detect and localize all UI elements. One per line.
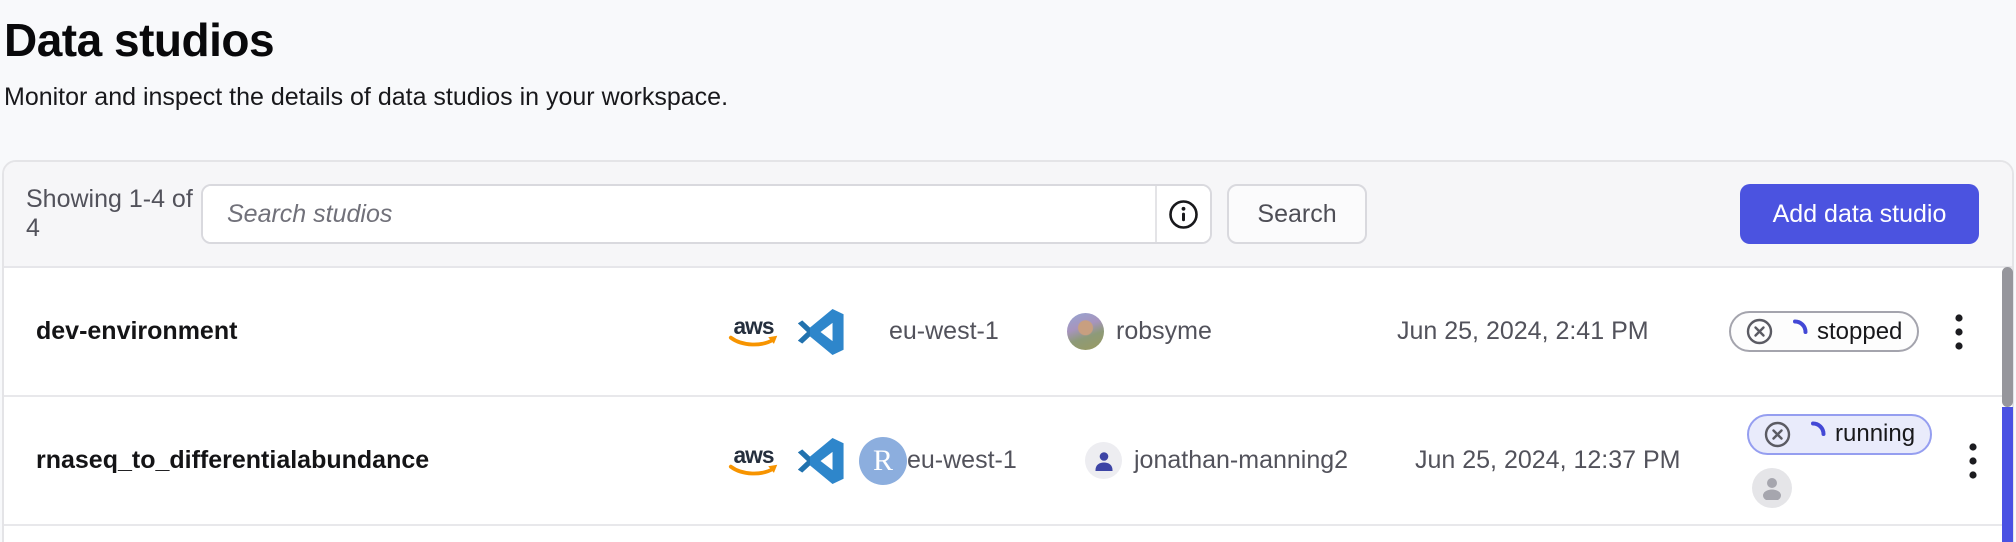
search-field-group [201, 184, 1212, 244]
spinner-icon [1782, 319, 1808, 345]
search-button[interactable]: Search [1227, 184, 1367, 244]
scrollbar-accent-strip [2002, 407, 2013, 542]
studios-panel: Showing 1-4 of 4 Search Add data studio … [2, 160, 2014, 542]
studio-user-name: jonathan-manning2 [1134, 446, 1348, 475]
gray-person-avatar [1752, 468, 1792, 508]
stopped-circle-x-icon [1746, 318, 1773, 345]
studio-status-cell: running [1747, 414, 1933, 508]
person-silhouette-icon [1759, 475, 1785, 500]
status-label: running [1835, 420, 1915, 448]
kebab-menu-button[interactable] [1937, 300, 1981, 364]
vscode-icon [797, 437, 845, 485]
scrollbar-thumb[interactable] [2002, 267, 2013, 407]
studio-status-cell: stopped [1729, 311, 1919, 352]
studio-actions-cell [1933, 429, 2012, 493]
studio-region: eu-west-1 [889, 317, 1067, 346]
studio-list: dev-environment aws R eu-west-1 [4, 268, 2012, 526]
info-button[interactable] [1155, 186, 1210, 242]
page-subtitle: Monitor and inspect the details of data … [4, 83, 2016, 112]
vscode-icon [797, 308, 845, 356]
kebab-menu-icon [1954, 313, 1964, 351]
photo-avatar [1067, 313, 1104, 350]
kebab-menu-icon [1968, 442, 1978, 480]
rstudio-icon: R [859, 437, 907, 485]
add-data-studio-button[interactable]: Add data studio [1740, 184, 1979, 244]
aws-icon: aws [726, 443, 783, 479]
spinner-icon [1800, 421, 1826, 447]
studio-date: Jun 25, 2024, 2:41 PM [1397, 317, 1729, 346]
status-badge: running [1747, 414, 1932, 455]
table-row: dev-environment aws R eu-west-1 [4, 268, 2012, 397]
person-icon [1092, 449, 1116, 472]
svg-text:aws: aws [733, 314, 773, 339]
page-title: Data studios [4, 14, 2016, 67]
studio-user-cell: robsyme [1067, 313, 1397, 350]
showing-count: Showing 1-4 of 4 [26, 185, 201, 243]
toolbar: Showing 1-4 of 4 Search Add data studio [4, 162, 2012, 268]
page-header: Data studios Monitor and inspect the det… [0, 0, 2016, 112]
studio-date: Jun 25, 2024, 12:37 PM [1415, 446, 1747, 475]
search-input[interactable] [203, 186, 1155, 242]
status-badge: stopped [1729, 311, 1919, 352]
kebab-menu-button[interactable] [1951, 429, 1995, 493]
studio-user-cell: jonathan-manning2 [1085, 442, 1415, 479]
studio-name[interactable]: rnaseq_to_differentialabundance [4, 446, 726, 475]
person-icon-avatar [1085, 442, 1122, 479]
table-row: rnaseq_to_differentialabundance aws R eu… [4, 397, 2012, 526]
studio-actions-cell [1919, 300, 2012, 364]
studio-user-name: robsyme [1116, 317, 1212, 346]
svg-text:aws: aws [733, 443, 773, 468]
info-circle-icon [1168, 199, 1199, 230]
studio-icons-cell: aws R [726, 308, 889, 356]
studio-icons-cell: aws R [726, 437, 907, 485]
stopped-circle-x-icon [1764, 421, 1791, 448]
studio-region: eu-west-1 [907, 446, 1085, 475]
aws-icon: aws [726, 314, 783, 350]
status-label: stopped [1817, 318, 1902, 346]
studio-name[interactable]: dev-environment [4, 317, 726, 346]
